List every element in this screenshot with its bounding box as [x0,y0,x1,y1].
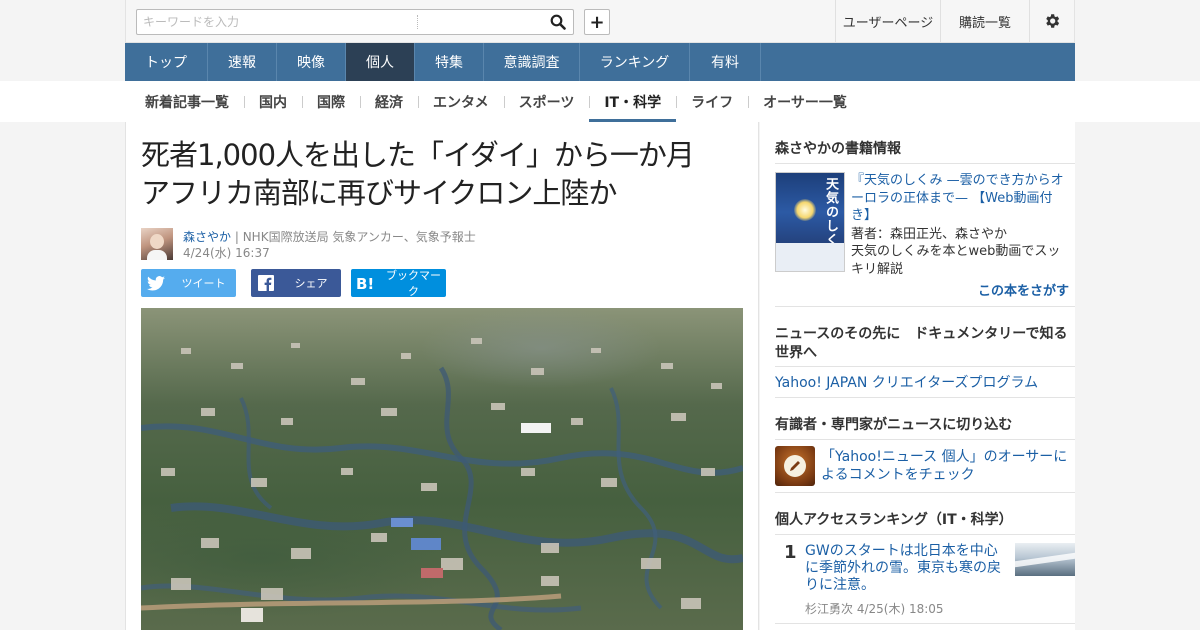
divider [775,397,1075,398]
author-avatar[interactable] [141,228,173,260]
bookmark-label: ブックマーク [386,269,441,298]
subnav-authors[interactable]: オーサー一覧 [748,81,862,122]
ranking-section-heading: 個人アクセスランキング（IT・科学） [775,512,1013,528]
nav-ranking[interactable]: ランキング [580,43,690,81]
book-cover-band [776,243,844,271]
ranking-article-thumbnail[interactable] [1015,543,1075,576]
nav-survey[interactable]: 意識調査 [484,43,580,81]
divider [775,623,1075,624]
pen-icon [784,455,806,477]
search-input[interactable] [137,10,417,34]
flooded-landscape-image [141,338,743,630]
svg-text:B!: B! [356,275,374,291]
search-box [136,9,574,35]
sub-nav: 新着記事一覧 国内 国際 経済 エンタメ スポーツ IT・科学 ライフ オーサー… [130,81,862,122]
nav-features[interactable]: 特集 [415,43,484,81]
book-cover-glow [794,199,816,221]
subnav-economy[interactable]: 経済 [360,81,418,122]
subscriptions-link[interactable]: 購読一覧 [940,0,1029,42]
subnav-life[interactable]: ライフ [676,81,748,122]
divider [775,366,1075,367]
article: 死者1,000人を出した「イダイ」から一か月 アフリカ南部に再びサイクロン上陸か… [125,122,759,630]
author-affiliation: | NHK国際放送局 気象アンカー、気象予報士 [234,230,476,244]
search-button[interactable] [543,10,573,34]
add-button[interactable]: + [584,9,610,35]
expert-section-heading: 有識者・専門家がニュースに切り込む [775,417,1013,433]
book-description: 天気のしくみを本とweb動画でスッキリ解説 [851,244,1061,277]
user-page-link[interactable]: ユーザーページ [835,0,940,42]
subnav-it-science[interactable]: IT・科学 [589,81,676,122]
twitter-icon [141,275,171,291]
author-comments-link[interactable]: 「Yahoo!ニュース 個人」のオーサーによるコメントをチェック [821,448,1071,484]
nav-top[interactable]: トップ [125,43,208,81]
book-authors: 著者：森田正光、森さやか [851,226,1008,242]
divider [775,163,1075,164]
ranking-article-link[interactable]: GWのスタートは北日本を中心に季節外れの雪。東京も寒の戻りに注意。 [805,543,1005,594]
article-date: 4/24(水) 16:37 [183,246,270,260]
creators-program-link[interactable]: Yahoo! JAPAN クリエイターズプログラム [775,372,1038,392]
find-book-link[interactable]: この本をさがす [978,280,1069,299]
sidebar: 森さやかの書籍情報 天気のしくみ 『天気のしくみ —雲のでき方からオーロラの正体… [760,122,1075,630]
ranking-number: 1 [784,542,797,563]
book-info: 『天気のしくみ —雲のでき方からオーロラの正体まで— 【Web動画付き】 著者：… [851,172,1071,278]
comment-icon-box[interactable] [775,446,815,486]
subnav-domestic[interactable]: 国内 [244,81,302,122]
documentary-section-heading: ニュースのその先に ドキュメンタリーで知る世界へ [775,326,1068,361]
nav-breaking[interactable]: 速報 [208,43,277,81]
subnav-entertainment[interactable]: エンタメ [418,81,504,122]
tweet-button[interactable]: ツイート [141,269,236,297]
search-divider [417,15,418,29]
hatena-bookmark-icon: B! [351,275,381,291]
tweet-label: ツイート [181,277,226,290]
divider [775,534,1075,535]
author-name[interactable]: 森さやか [183,230,231,244]
top-links: ユーザーページ 購読一覧 [835,0,1074,42]
facebook-share-label: シェア [294,277,328,290]
subnav-international[interactable]: 国際 [302,81,360,122]
facebook-share-button[interactable]: シェア [251,269,341,297]
nav-video[interactable]: 映像 [277,43,346,81]
main-nav: トップ 速報 映像 個人 特集 意識調査 ランキング 有料 [125,43,1075,81]
facebook-icon [251,275,281,291]
gear-icon [1046,14,1060,28]
article-photo [141,308,743,630]
ranking-article-meta: 杉江勇次 4/25(木) 18:05 [805,602,944,616]
divider [775,439,1075,440]
top-bar: + ユーザーページ 購読一覧 [125,0,1075,43]
divider [775,306,1075,307]
nav-individual[interactable]: 個人 [346,43,415,81]
subnav-sports[interactable]: スポーツ [503,81,590,122]
settings-button[interactable] [1029,0,1074,42]
search-icon [550,14,566,30]
bookmark-button[interactable]: B! ブックマーク [351,269,446,298]
book-cover[interactable]: 天気のしくみ [775,172,845,272]
article-title: 死者1,000人を出した「イダイ」から一か月 アフリカ南部に再びサイクロン上陸か [141,138,723,210]
author-info: 森さやか | NHK国際放送局 気象アンカー、気象予報士 [183,228,476,245]
book-section-heading: 森さやかの書籍情報 [775,141,901,157]
subnav-latest[interactable]: 新着記事一覧 [130,81,244,122]
divider [775,492,1075,493]
nav-paid[interactable]: 有料 [690,43,761,81]
book-title-link[interactable]: 『天気のしくみ —雲のでき方からオーロラの正体まで— 【Web動画付き】 [851,172,1071,225]
